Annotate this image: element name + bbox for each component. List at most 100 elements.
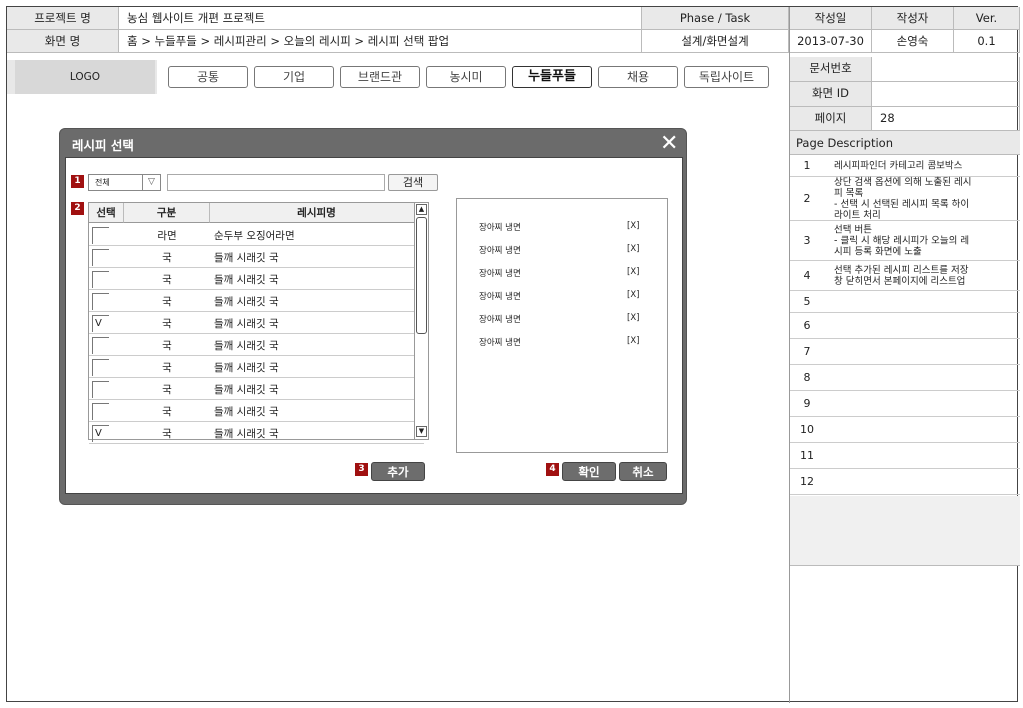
nav-item-independent[interactable]: 독립사이트 — [684, 66, 769, 88]
close-icon[interactable]: ✕ — [660, 131, 678, 156]
description-row: 3 선택 버튼 - 클릭 시 해당 레시피가 오늘의 레 시피 등록 화면에 노출 — [790, 221, 1020, 261]
row-category: 국 — [162, 384, 172, 396]
remove-item-button[interactable]: [X] — [627, 244, 639, 254]
row-recipe-name: 들깨 시래깃 국 — [214, 406, 279, 418]
description-row: 4 선택 추가된 레시피 리스트를 저장 창 닫히면서 본페이지에 리스트업 — [790, 261, 1020, 291]
nav-item-nongsimi[interactable]: 농시미 — [426, 66, 506, 88]
row-recipe-name: 들깨 시래깃 국 — [214, 340, 279, 352]
doc-meta-panel: 작성일 작성자 Ver. 2013-07-30 손영숙 0.1 문서번호 화면 … — [789, 7, 1020, 703]
scroll-thumb[interactable] — [416, 217, 427, 334]
row-checkbox[interactable] — [92, 271, 109, 288]
row-recipe-name: 들깨 시래깃 국 — [214, 252, 279, 264]
row-checkbox[interactable] — [92, 227, 109, 244]
selected-recipe-list: 장아찌 냉면 [X] 장아찌 냉면 [X] 장아찌 냉면 [X] 장아찌 냉면 [X] 장아찌 … — [456, 198, 668, 453]
wireframe-frame: 프로젝트 명 농심 웹사이트 개편 프로젝트 Phase / Task 화면 명… — [6, 6, 1020, 703]
table-row[interactable]: V 국 들깨 시래깃 국 — [89, 422, 424, 444]
nav-item-brand[interactable]: 브랜드관 — [340, 66, 420, 88]
row-checkbox[interactable] — [92, 249, 109, 266]
description-row: 8 — [790, 365, 1020, 391]
row-checkbox[interactable] — [92, 381, 109, 398]
description-number: 7 — [803, 345, 811, 358]
nav-item-common[interactable]: 공통 — [168, 66, 248, 88]
table-row[interactable]: 국 들깨 시래깃 국 — [89, 290, 424, 312]
selected-item: 장아찌 냉면 [X] — [479, 336, 659, 348]
description-text: 레시피파인더 카테고리 콤보박스 — [834, 160, 963, 171]
description-row: 11 — [790, 443, 1020, 469]
table-row[interactable]: 라면 순두부 오징어라면 — [89, 224, 424, 246]
row-checkbox[interactable]: V — [92, 425, 109, 442]
remove-item-button[interactable]: [X] — [627, 313, 639, 323]
description-number: 8 — [803, 371, 811, 384]
site-nav: LOGO 공통 기업 브랜드관 농시미 누들푸들 채용 독립사이트 — [7, 60, 789, 94]
description-filler — [790, 496, 1020, 566]
description-row: 5 — [790, 291, 1020, 313]
scroll-up-icon[interactable]: ▲ — [416, 204, 427, 215]
scroll-down-icon[interactable]: ▼ — [416, 426, 427, 437]
selected-item: 장아찌 냉면 [X] — [479, 267, 659, 279]
row-category: 국 — [162, 252, 172, 264]
date-label: 작성일 — [790, 7, 872, 30]
description-row: 2 상단 검색 옵션에 의해 노출된 레시 피 목록 - 선택 시 선택된 레시피… — [790, 177, 1020, 221]
description-text: 선택 추가된 레시피 리스트를 저장 창 닫히면서 본페이지에 리스트업 — [834, 264, 969, 287]
description-number: 10 — [800, 423, 814, 436]
author-label: 작성자 — [872, 7, 954, 30]
remove-item-button[interactable]: [X] — [627, 221, 639, 231]
table-row[interactable]: 국 들깨 시래깃 국 — [89, 334, 424, 356]
table-row[interactable]: 국 들깨 시래깃 국 — [89, 246, 424, 268]
version-label: Ver. — [954, 7, 1020, 30]
col-header-select: 선택 — [89, 203, 124, 223]
annotation-badge-1: 1 — [71, 175, 84, 188]
screen-path: 홈 > 누들푸들 > 레시피관리 > 오늘의 레시피 > 레시피 선택 팝업 — [119, 30, 642, 53]
col-header-recipe-name: 레시피명 — [210, 203, 424, 223]
description-row: 1 레시피파인더 카테고리 콤보박스 — [790, 155, 1020, 177]
row-checkbox[interactable]: V — [92, 315, 109, 332]
table-row[interactable]: V 국 들깨 시래깃 국 — [89, 312, 424, 334]
confirm-button[interactable]: 확인 — [562, 462, 616, 481]
phase-label: Phase / Task — [642, 7, 789, 30]
description-number: 6 — [803, 319, 811, 332]
selected-item-name: 장아찌 냉면 — [479, 338, 521, 348]
category-select-value: 전체 — [95, 178, 110, 187]
selected-item: 장아찌 냉면 [X] — [479, 313, 659, 325]
row-checkbox[interactable] — [92, 337, 109, 354]
page-description-title: Page Description — [790, 131, 1020, 155]
doc-no-label: 문서번호 — [790, 57, 872, 82]
remove-item-button[interactable]: [X] — [627, 267, 639, 277]
table-row[interactable]: 국 들깨 시래깃 국 — [89, 400, 424, 422]
row-recipe-name: 들깨 시래깃 국 — [214, 318, 279, 330]
project-value: 농심 웹사이트 개편 프로젝트 — [119, 7, 642, 30]
add-button[interactable]: 추가 — [371, 462, 425, 481]
row-checkbox[interactable] — [92, 403, 109, 420]
row-checkbox[interactable] — [92, 359, 109, 376]
search-button[interactable]: 검색 — [388, 174, 438, 191]
popup-title: 레시피 선택 — [72, 138, 134, 153]
nav-item-noodle[interactable]: 누들푸들 — [512, 66, 592, 88]
row-recipe-name: 순두부 오징어라면 — [214, 230, 295, 242]
row-category: 국 — [162, 318, 172, 330]
table-row[interactable]: 국 들깨 시래깃 국 — [89, 268, 424, 290]
category-select[interactable]: 전체 ▽ — [88, 174, 161, 191]
doc-header: 프로젝트 명 농심 웹사이트 개편 프로젝트 Phase / Task 화면 명… — [7, 7, 789, 53]
table-row[interactable]: 국 들깨 시래깃 국 — [89, 356, 424, 378]
cancel-button[interactable]: 취소 — [619, 462, 667, 481]
description-row: 9 — [790, 391, 1020, 417]
row-category: 국 — [162, 362, 172, 374]
remove-item-button[interactable]: [X] — [627, 336, 639, 346]
gnb: 공통 기업 브랜드관 농시미 누들푸들 채용 독립사이트 — [157, 60, 789, 94]
selected-item-name: 장아찌 냉면 — [479, 246, 521, 256]
nav-item-corporate[interactable]: 기업 — [254, 66, 334, 88]
row-category: 라면 — [157, 230, 177, 242]
row-checkbox[interactable] — [92, 293, 109, 310]
row-category: 국 — [162, 274, 172, 286]
logo: LOGO — [15, 60, 155, 94]
selected-item: 장아찌 냉면 [X] — [479, 244, 659, 256]
table-row[interactable]: 국 들깨 시래깃 국 — [89, 378, 424, 400]
selected-item-name: 장아찌 냉면 — [479, 223, 521, 233]
description-row: 12 — [790, 469, 1020, 495]
scrollbar[interactable]: ▲ ▼ — [414, 203, 428, 439]
doc-no-value — [872, 57, 1020, 82]
remove-item-button[interactable]: [X] — [627, 290, 639, 300]
col-header-category: 구분 — [124, 203, 210, 223]
nav-item-recruit[interactable]: 채용 — [598, 66, 678, 88]
search-input[interactable] — [167, 174, 385, 191]
